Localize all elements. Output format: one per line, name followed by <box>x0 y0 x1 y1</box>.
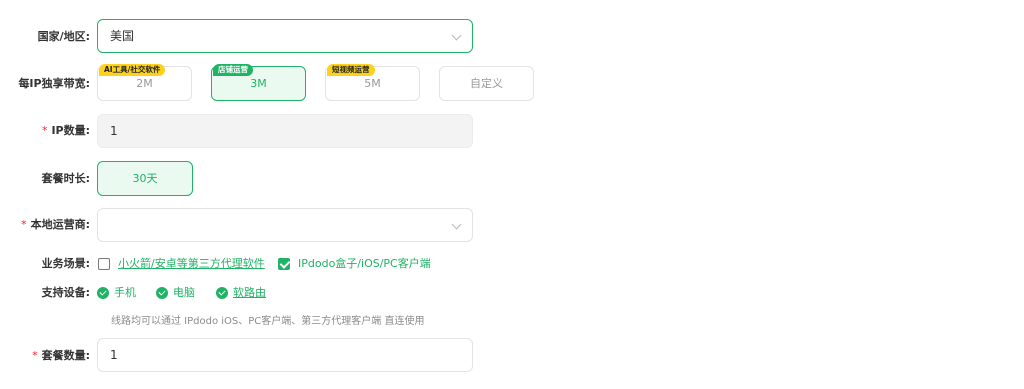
scenario-label: 业务场景: <box>41 257 90 270</box>
bandwidth-tag: 短视频运营 <box>327 64 375 76</box>
chevron-down-icon <box>451 30 462 41</box>
check-circle-icon <box>156 287 168 299</box>
country-select[interactable]: 美国 <box>97 19 473 53</box>
quantity-label: * 套餐数量: <box>32 349 90 362</box>
bandwidth-tag: AI工具/社交软件 <box>99 64 166 76</box>
ip-count-input: 1 <box>97 114 473 148</box>
required-mark: * <box>21 218 27 231</box>
check-circle-icon <box>216 287 228 299</box>
bandwidth-option-5m[interactable]: 短视频运营 5M <box>325 64 420 101</box>
required-mark: * <box>32 349 38 362</box>
bandwidth-option-custom[interactable]: 自定义 <box>439 66 534 101</box>
scenario-checkbox-third-party[interactable] <box>98 258 110 270</box>
device-label: 电脑 <box>173 286 195 299</box>
quantity-value: 1 <box>110 348 118 362</box>
bandwidth-option-label: 3M <box>250 77 267 90</box>
bandwidth-option-label: 自定义 <box>470 77 503 90</box>
devices-note: 线路均可以通过 IPdodo iOS、PC客户端、第三方代理客户端 直连使用 <box>111 316 425 327</box>
bandwidth-option-3m[interactable]: 店铺运营 3M <box>211 64 306 101</box>
device-label: 手机 <box>114 286 136 299</box>
bandwidth-option-2m[interactable]: AI工具/社交软件 2M <box>97 64 192 101</box>
ip-count-label: * IP数量: <box>41 124 90 137</box>
devices-label: 支持设备: <box>41 286 90 299</box>
bandwidth-tag: 店铺运营 <box>213 64 253 76</box>
country-label: 国家/地区: <box>37 30 90 43</box>
ip-count-value: 1 <box>110 124 118 138</box>
duration-option-label: 30天 <box>132 172 158 185</box>
duration-label: 套餐时长: <box>41 172 90 185</box>
device-label[interactable]: 软路由 <box>233 286 266 300</box>
isp-select[interactable] <box>97 208 473 242</box>
scenario-option-ipdodo[interactable]: IPdodo盒子/iOS/PC客户端 <box>298 257 431 271</box>
bandwidth-label: 每IP独享带宽: <box>18 77 90 90</box>
required-mark: * <box>41 124 48 137</box>
isp-label: * 本地运营商: <box>21 218 90 231</box>
bandwidth-option-label: 2M <box>136 77 153 90</box>
bandwidth-option-label: 5M <box>364 77 381 90</box>
scenario-option-third-party[interactable]: 小火箭/安卓等第三方代理软件 <box>118 257 265 271</box>
chevron-down-icon <box>451 219 462 230</box>
scenario-checkbox-ipdodo[interactable] <box>278 258 290 270</box>
country-value: 美国 <box>110 29 135 43</box>
quantity-input[interactable]: 1 <box>97 338 473 372</box>
check-circle-icon <box>97 287 109 299</box>
duration-option-30d[interactable]: 30天 <box>97 161 193 196</box>
